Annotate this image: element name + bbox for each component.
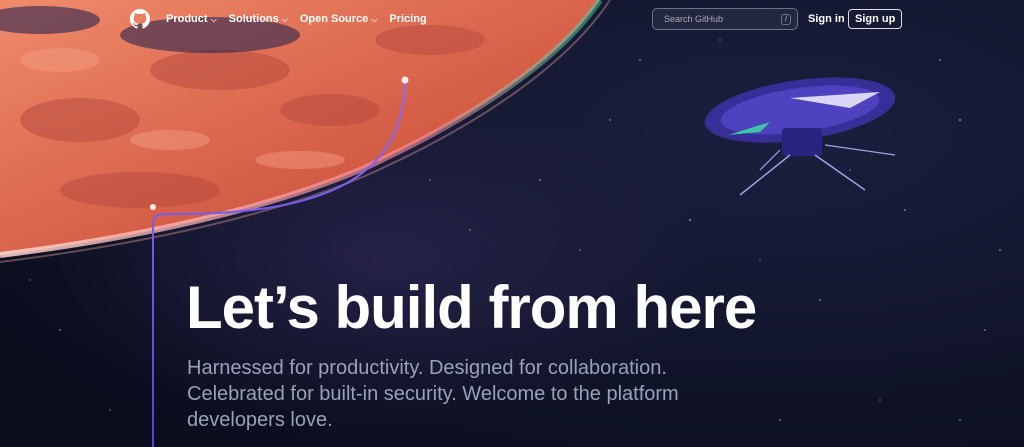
search-box[interactable]: / [652,8,798,30]
chevron-down-icon: ⌵ [210,15,217,24]
site-header: Product ⌵ Solutions ⌵ Open Source ⌵ Pric… [0,0,1024,38]
search-shortcut-key: / [781,13,791,25]
nav-solutions[interactable]: Solutions ⌵ [229,13,288,25]
sign-in-link[interactable]: Sign in [808,13,845,25]
github-mark-icon [130,9,150,29]
nav-product[interactable]: Product ⌵ [166,13,217,25]
nav-open-source[interactable]: Open Source ⌵ [300,13,378,25]
search-input[interactable] [662,13,782,25]
chevron-down-icon: ⌵ [281,15,288,24]
nav-label: Product [166,13,208,25]
nav-pricing[interactable]: Pricing [389,13,426,25]
sign-up-button[interactable]: Sign up [848,9,903,29]
nav-label: Solutions [228,13,279,25]
nav-label: Pricing [389,13,427,25]
github-logo-link[interactable] [130,9,150,29]
hero-title: Let’s build from here [186,274,757,341]
main-nav: Product ⌵ Solutions ⌵ Open Source ⌵ Pric… [166,13,439,25]
hero-subtitle: Harnessed for productivity. Designed for… [187,357,679,431]
chevron-down-icon: ⌵ [371,15,378,24]
nav-label: Open Source [299,13,369,25]
